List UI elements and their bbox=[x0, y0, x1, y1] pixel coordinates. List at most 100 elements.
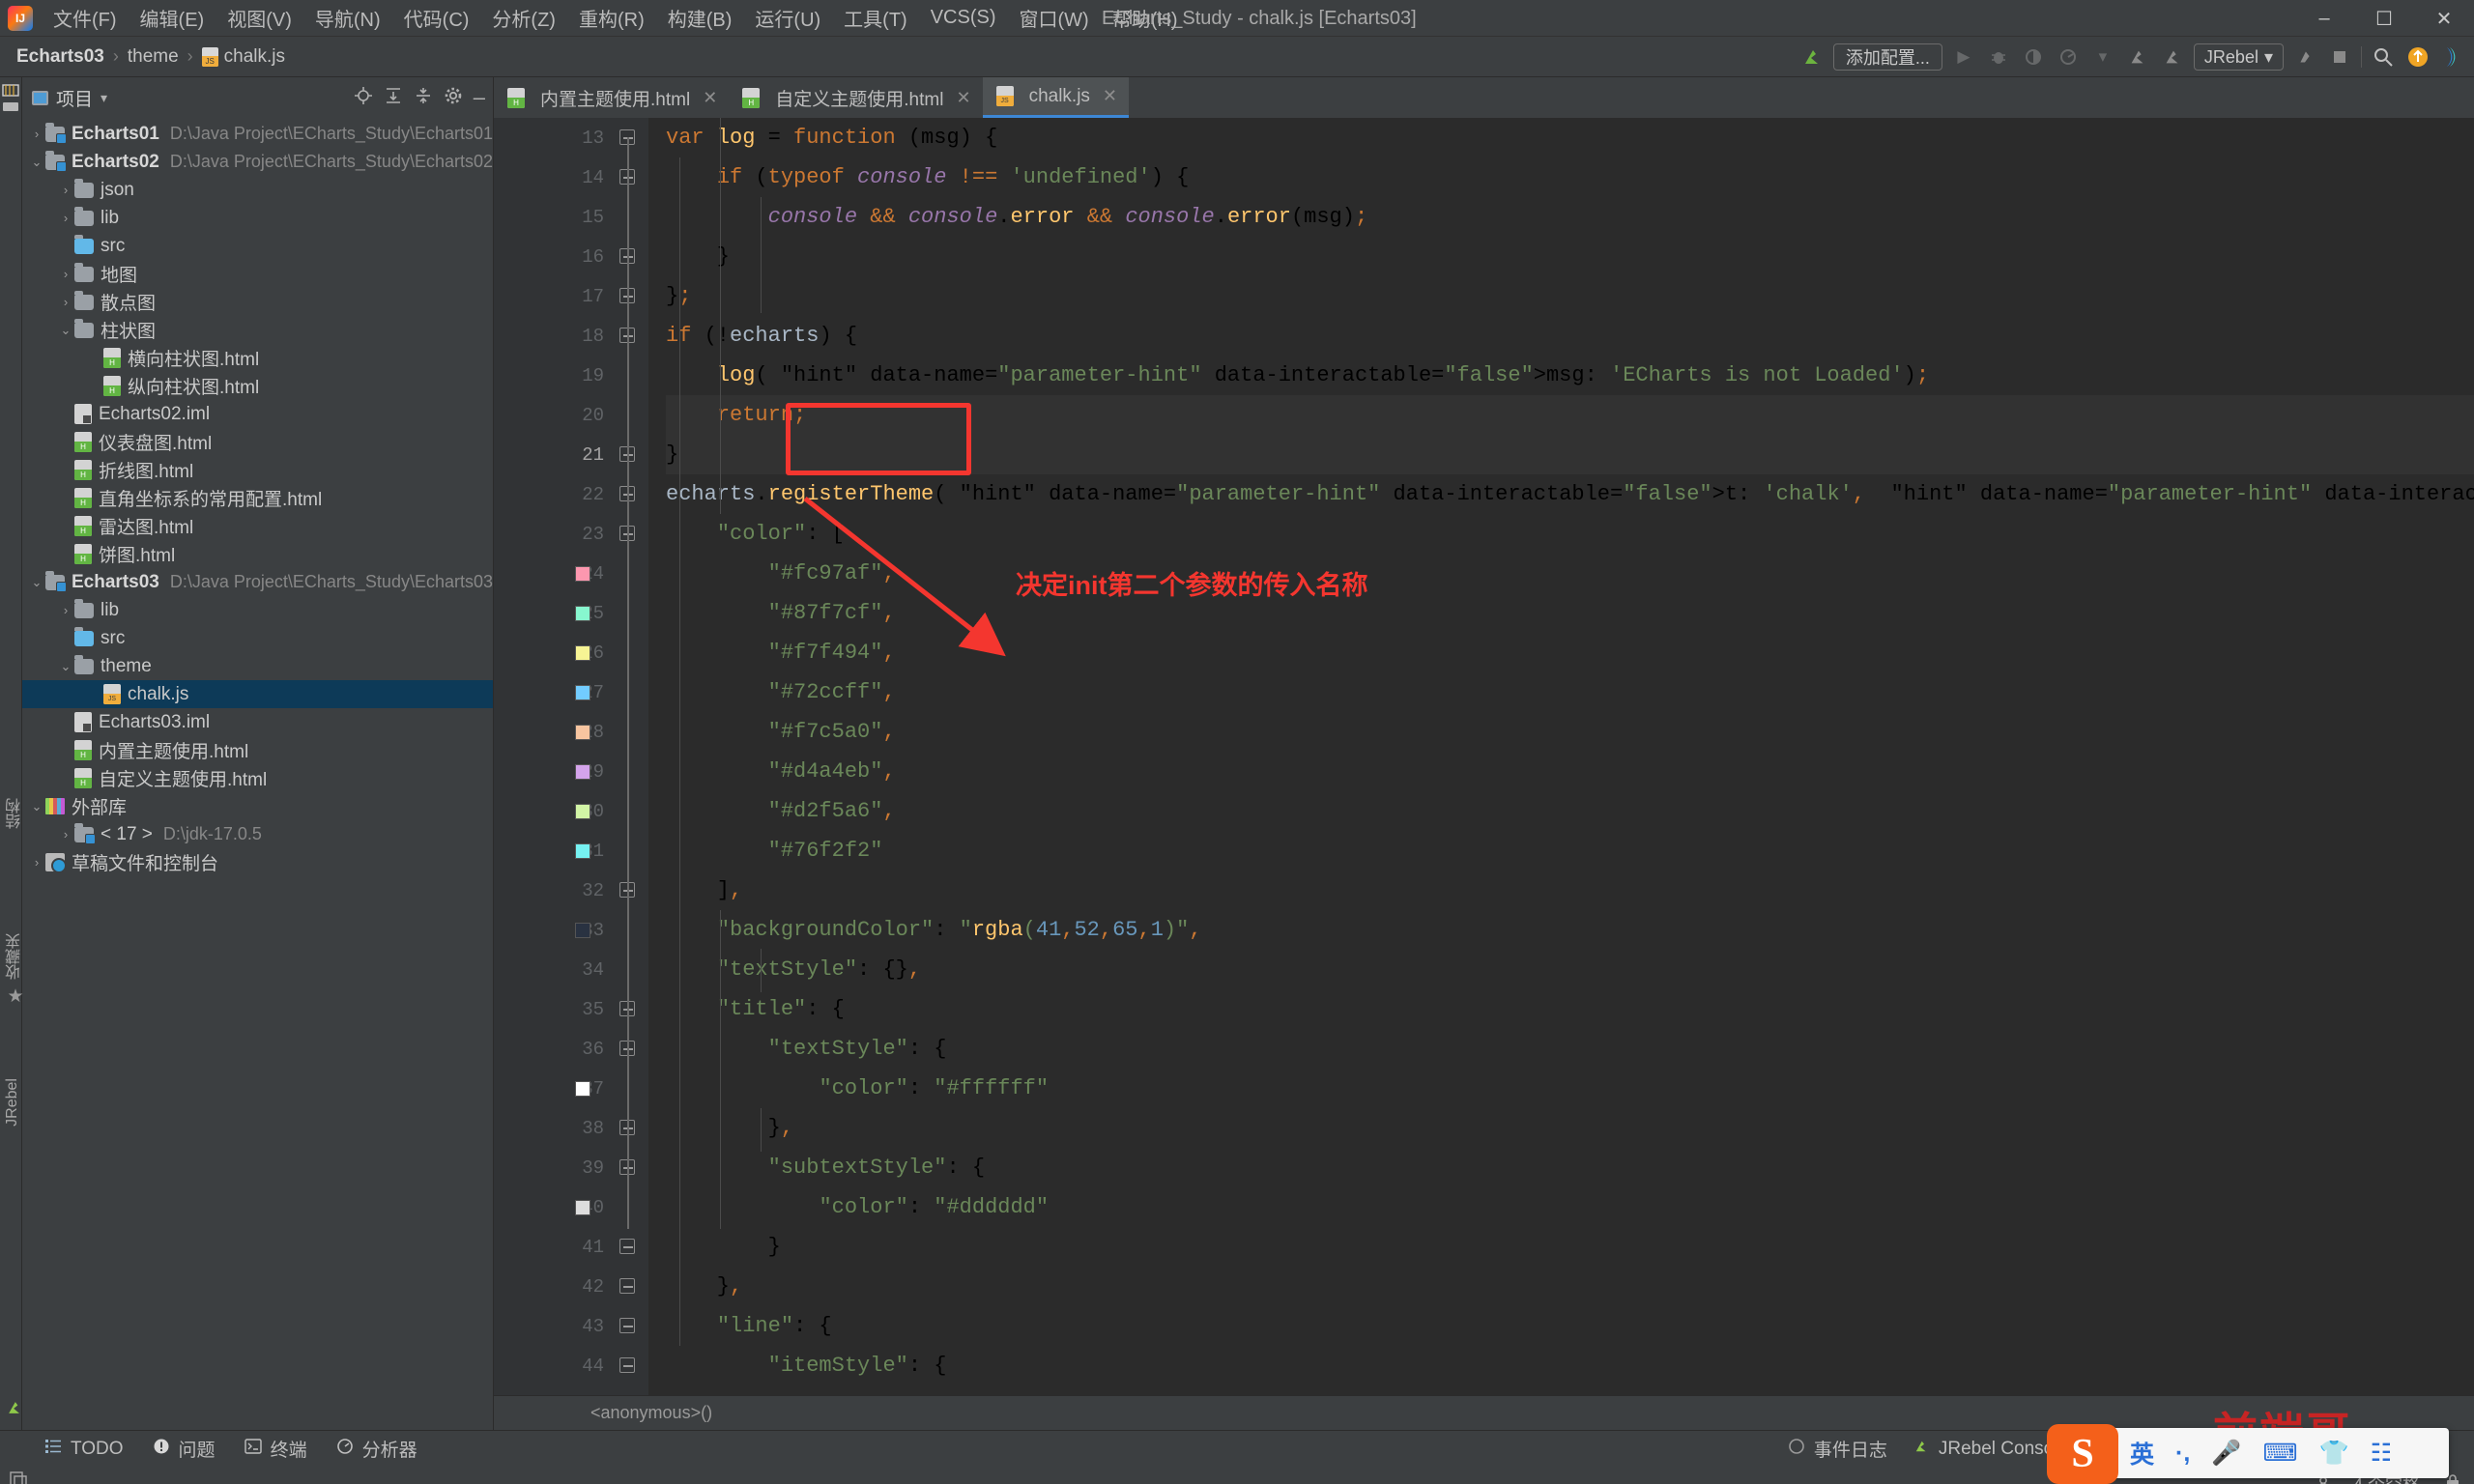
code-line[interactable]: } bbox=[666, 237, 2474, 276]
color-swatch-gutter-icon[interactable] bbox=[575, 1200, 590, 1215]
menu-navigate[interactable]: 导航(N) bbox=[304, 0, 391, 36]
sogou-logo-icon[interactable]: S bbox=[2047, 1424, 2118, 1484]
tree-node-.html[interactable]: 折线图.html bbox=[22, 456, 493, 484]
code-line[interactable]: return; bbox=[666, 395, 2474, 435]
tree-node-.html[interactable]: 自定义主题使用.html bbox=[22, 764, 493, 792]
fold-toggle-icon[interactable] bbox=[619, 1239, 637, 1256]
code-line[interactable]: if (!echarts) { bbox=[666, 316, 2474, 356]
project-structure-icon[interactable] bbox=[0, 83, 21, 121]
menu-window[interactable]: 窗口(W) bbox=[1009, 0, 1100, 36]
breadcrumb-item-module[interactable]: Echarts03 bbox=[12, 44, 109, 70]
menu-edit[interactable]: 编辑(E) bbox=[129, 0, 216, 36]
menu-file[interactable]: 文件(F) bbox=[43, 0, 128, 36]
add-configuration-button[interactable]: 添加配置... bbox=[1833, 43, 1942, 71]
tree-node-lib[interactable]: ›lib bbox=[22, 204, 493, 232]
debug-icon[interactable] bbox=[1985, 43, 2012, 71]
code-line[interactable]: "color": "#dddddd" bbox=[666, 1187, 2474, 1227]
code-line[interactable]: "title": { bbox=[666, 989, 2474, 1029]
tree-node-src[interactable]: src bbox=[22, 232, 493, 260]
code-line[interactable]: "textStyle": {}, bbox=[666, 950, 2474, 989]
code-line[interactable]: console && console.error && console.erro… bbox=[666, 197, 2474, 237]
fold-toggle-icon[interactable] bbox=[619, 1318, 637, 1335]
chevron-right-icon[interactable]: › bbox=[57, 183, 74, 197]
jrebel-dropdown[interactable]: JRebel ▾ bbox=[2194, 43, 2284, 71]
punctuation-icon[interactable]: ·, bbox=[2175, 1440, 2190, 1468]
skin-icon[interactable]: 👕 bbox=[2319, 1440, 2349, 1468]
code-line[interactable]: "#fc97af", bbox=[666, 554, 2474, 593]
voice-icon[interactable]: 🎤 bbox=[2211, 1440, 2241, 1468]
color-swatch-gutter-icon[interactable] bbox=[575, 804, 590, 819]
menu-analyze[interactable]: 分析(Z) bbox=[481, 0, 566, 36]
code-line[interactable]: log( "hint" data-name="parameter-hint" d… bbox=[666, 356, 2474, 395]
color-swatch-gutter-icon[interactable] bbox=[575, 725, 590, 740]
tree-node-Echarts02.iml[interactable]: Echarts02.iml bbox=[22, 400, 493, 428]
menu-run[interactable]: 运行(U) bbox=[744, 0, 831, 36]
code-editor[interactable]: 1314151617181920212223242526272829303132… bbox=[494, 118, 2474, 1395]
code-line[interactable]: "textStyle": { bbox=[666, 1029, 2474, 1069]
jrebel-run-icon[interactable] bbox=[1798, 43, 1826, 71]
ide-icon[interactable] bbox=[2439, 43, 2466, 71]
build-icon[interactable] bbox=[2291, 43, 2318, 71]
tree-node-.html[interactable]: 横向柱状图.html bbox=[22, 344, 493, 372]
ime-toolbar[interactable]: S 英 ·, 🎤 ⌨ 👕 ☷ bbox=[2058, 1428, 2449, 1478]
tab-builtin-theme-html[interactable]: 内置主题使用.html ✕ bbox=[494, 77, 729, 118]
color-swatch-gutter-icon[interactable] bbox=[575, 645, 590, 661]
tool-window-profiler[interactable]: 分析器 bbox=[336, 1436, 417, 1462]
chevron-right-icon[interactable]: › bbox=[57, 267, 74, 281]
code-line[interactable]: "color": [ bbox=[666, 514, 2474, 554]
chevron-down-icon[interactable]: ⌄ bbox=[28, 155, 45, 170]
code-content[interactable]: var log = function (msg) { if (typeof co… bbox=[648, 118, 2474, 1395]
chevron-right-icon[interactable]: › bbox=[28, 127, 45, 141]
tree-node-[interactable]: ›散点图 bbox=[22, 288, 493, 316]
tree-node-lib[interactable]: ›lib bbox=[22, 596, 493, 624]
tree-node-Echarts01[interactable]: ›Echarts01D:\Java Project\ECharts_Study\… bbox=[22, 120, 493, 148]
tree-node-[interactable]: ⌄柱状图 bbox=[22, 316, 493, 344]
close-icon[interactable]: ✕ bbox=[703, 88, 717, 108]
code-line[interactable]: "#f7f494", bbox=[666, 633, 2474, 672]
copy-icon[interactable] bbox=[10, 1471, 29, 1484]
tree-node-17[interactable]: ›< 17 >D:\jdk-17.0.5 bbox=[22, 820, 493, 848]
tool-window-event-log[interactable]: 事件日志 bbox=[1788, 1436, 1887, 1462]
menu-view[interactable]: 视图(V) bbox=[216, 0, 302, 36]
search-icon[interactable] bbox=[2370, 43, 2397, 71]
menu-refactor[interactable]: 重构(R) bbox=[568, 0, 655, 36]
code-line[interactable]: var log = function (msg) { bbox=[666, 118, 2474, 157]
fold-toggle-icon[interactable] bbox=[619, 1278, 637, 1296]
code-line[interactable]: "#87f7cf", bbox=[666, 593, 2474, 633]
code-line[interactable]: "line": { bbox=[666, 1306, 2474, 1346]
tree-node-Echarts03[interactable]: ⌄Echarts03D:\Java Project\ECharts_Study\… bbox=[22, 568, 493, 596]
code-line[interactable]: "subtextStyle": { bbox=[666, 1148, 2474, 1187]
jrebel-tab[interactable]: JRebel bbox=[4, 1072, 21, 1132]
code-line[interactable]: "#76f2f2" bbox=[666, 831, 2474, 870]
jrebel-profile-icon[interactable] bbox=[2159, 43, 2186, 71]
code-line[interactable]: ], bbox=[666, 870, 2474, 910]
breadcrumb-item-folder[interactable]: theme bbox=[123, 44, 184, 70]
maximize-button[interactable]: ☐ bbox=[2354, 0, 2414, 37]
profile-icon[interactable] bbox=[2055, 43, 2082, 71]
hide-icon[interactable]: – bbox=[474, 93, 485, 102]
code-line[interactable]: "color": "#ffffff" bbox=[666, 1069, 2474, 1108]
code-line[interactable]: "itemStyle": { bbox=[666, 1346, 2474, 1385]
code-line[interactable]: } bbox=[666, 435, 2474, 474]
color-swatch-gutter-icon[interactable] bbox=[575, 764, 590, 780]
tree-node-Echarts02[interactable]: ⌄Echarts02D:\Java Project\ECharts_Study\… bbox=[22, 148, 493, 176]
breadcrumb-item-file[interactable]: chalk.js bbox=[197, 44, 290, 70]
jrebel-debug-icon[interactable] bbox=[2124, 43, 2151, 71]
tree-node-[interactable]: ›草稿文件和控制台 bbox=[22, 848, 493, 876]
chevron-down-icon[interactable]: ⌄ bbox=[57, 323, 74, 338]
color-swatch-gutter-icon[interactable] bbox=[575, 843, 590, 859]
update-icon[interactable] bbox=[2404, 43, 2431, 71]
menu-vcs[interactable]: VCS(S) bbox=[920, 3, 1007, 33]
chevron-right-icon[interactable]: › bbox=[57, 603, 74, 617]
tree-node-src[interactable]: src bbox=[22, 624, 493, 652]
caret-down-icon[interactable]: ▾ bbox=[2089, 43, 2116, 71]
tree-node-.html[interactable]: 直角坐标系的常用配置.html bbox=[22, 484, 493, 512]
chevron-down-icon[interactable]: ▾ bbox=[101, 90, 107, 106]
favorites-tab[interactable]: 收藏夹 ★ bbox=[4, 928, 27, 1008]
menu-build[interactable]: 构建(B) bbox=[657, 0, 743, 36]
color-swatch-gutter-icon[interactable] bbox=[575, 685, 590, 700]
code-line[interactable]: echarts.registerTheme( "hint" data-name=… bbox=[666, 474, 2474, 514]
tree-node-Echarts03.iml[interactable]: Echarts03.iml bbox=[22, 708, 493, 736]
code-line[interactable]: "#72ccff", bbox=[666, 672, 2474, 712]
tree-node-.html[interactable]: 雷达图.html bbox=[22, 512, 493, 540]
